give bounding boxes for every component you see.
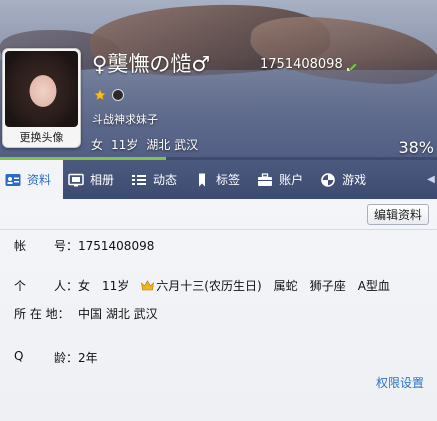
tab-tags-label: 标签	[216, 173, 241, 187]
tab-account[interactable]: 账户	[252, 160, 315, 199]
personal-gender: 女	[78, 279, 91, 293]
game-icon	[321, 172, 335, 187]
game-badge-icon[interactable]	[112, 89, 124, 101]
brief-gender: 女	[91, 138, 104, 152]
personal-zodiac: 属蛇	[273, 279, 298, 293]
personal-label: 个 人：	[14, 277, 78, 294]
tab-scroll-left-icon[interactable]: ◀	[425, 160, 437, 199]
tab-profile[interactable]: 资料	[0, 160, 64, 199]
tab-feed[interactable]: 动态	[126, 160, 189, 199]
tab-album-label: 相册	[90, 173, 115, 187]
brief-location: 湖北 武汉	[146, 138, 199, 152]
q-age-value: 2年	[78, 351, 98, 365]
personal-blood-type: A型血	[357, 279, 390, 293]
avatar	[5, 51, 78, 127]
tab-bar: 资料 相册 动态 标签 账户 游戏 ◀	[0, 160, 437, 199]
q-age-row: Q 龄： 2年	[14, 349, 98, 366]
feed-list-icon	[132, 174, 147, 185]
tab-games-label: 游戏	[342, 173, 367, 187]
brief-info: 女 11岁 湖北 武汉	[91, 136, 198, 153]
profile-header: 更换头像 ♀龑憮の慥♂ 1751408098 斗战神求妹子 女 11岁 湖北 武…	[0, 0, 437, 160]
brief-age: 11岁	[111, 138, 139, 152]
account-value: 1751408098	[78, 238, 155, 253]
tab-profile-label: 资料	[27, 173, 52, 187]
personal-age: 11岁	[102, 279, 130, 293]
personal-label-part1: 个	[14, 279, 27, 293]
completeness-percent: 38%	[398, 138, 434, 157]
account-row: 帐 号： 1751408098	[14, 237, 154, 254]
q-age-label: Q 龄：	[14, 349, 78, 366]
tab-feed-label: 动态	[153, 173, 178, 187]
avatar-change-label: 更换头像	[19, 131, 64, 144]
edit-profile-button[interactable]: 编辑资料	[366, 204, 429, 225]
nickname: ♀龑憮の慥♂	[92, 52, 211, 76]
location-value: 中国 湖北 武汉	[78, 307, 158, 321]
personal-values: 女 11岁 六月十三(农历生日) 属蛇 狮子座 A型血	[78, 277, 390, 294]
tab-games[interactable]: 游戏	[315, 160, 378, 199]
badge-row	[94, 89, 124, 101]
edit-pen-icon[interactable]	[346, 60, 358, 72]
permission-settings-link[interactable]: 权限设置	[376, 374, 424, 391]
crown-icon	[141, 280, 155, 291]
location-label-text: 所 在 地：	[14, 307, 70, 321]
qq-number: 1751408098	[260, 57, 343, 72]
personal-birthday: 六月十三(农历生日)	[141, 277, 262, 294]
briefcase-account-icon	[258, 172, 273, 186]
profile-card-icon	[5, 173, 21, 186]
tab-album[interactable]: 相册	[63, 160, 126, 199]
divider	[0, 229, 437, 230]
personal-label-part2: 人：	[53, 279, 78, 293]
avatar-change-button[interactable]: 更换头像	[2, 48, 81, 148]
signature: 斗战神求妹子	[92, 113, 158, 126]
star-badge-icon[interactable]	[94, 89, 106, 101]
personal-constellation: 狮子座	[309, 279, 346, 293]
location-row: 所 在 地： 中国 湖北 武汉	[14, 305, 158, 322]
q-age-label-part2: 龄：	[53, 351, 78, 365]
tab-account-label: 账户	[279, 173, 304, 187]
account-label-part1: 帐	[14, 239, 27, 253]
personal-row: 个 人： 女 11岁 六月十三(农历生日) 属蛇 狮子座 A型血	[14, 277, 390, 294]
profile-content: 编辑资料 帐 号： 1751408098 个 人： 女 11岁 六月十三(农历生…	[0, 199, 437, 421]
account-label: 帐 号：	[14, 237, 78, 254]
tab-tags[interactable]: 标签	[189, 160, 252, 199]
q-age-label-part1: Q	[14, 349, 24, 363]
account-label-part2: 号：	[53, 239, 78, 253]
location-label: 所 在 地：	[14, 305, 78, 322]
bookmark-tag-icon	[199, 173, 206, 186]
photo-album-icon	[68, 173, 84, 186]
personal-birthday-text: 六月十三(农历生日)	[156, 279, 262, 293]
